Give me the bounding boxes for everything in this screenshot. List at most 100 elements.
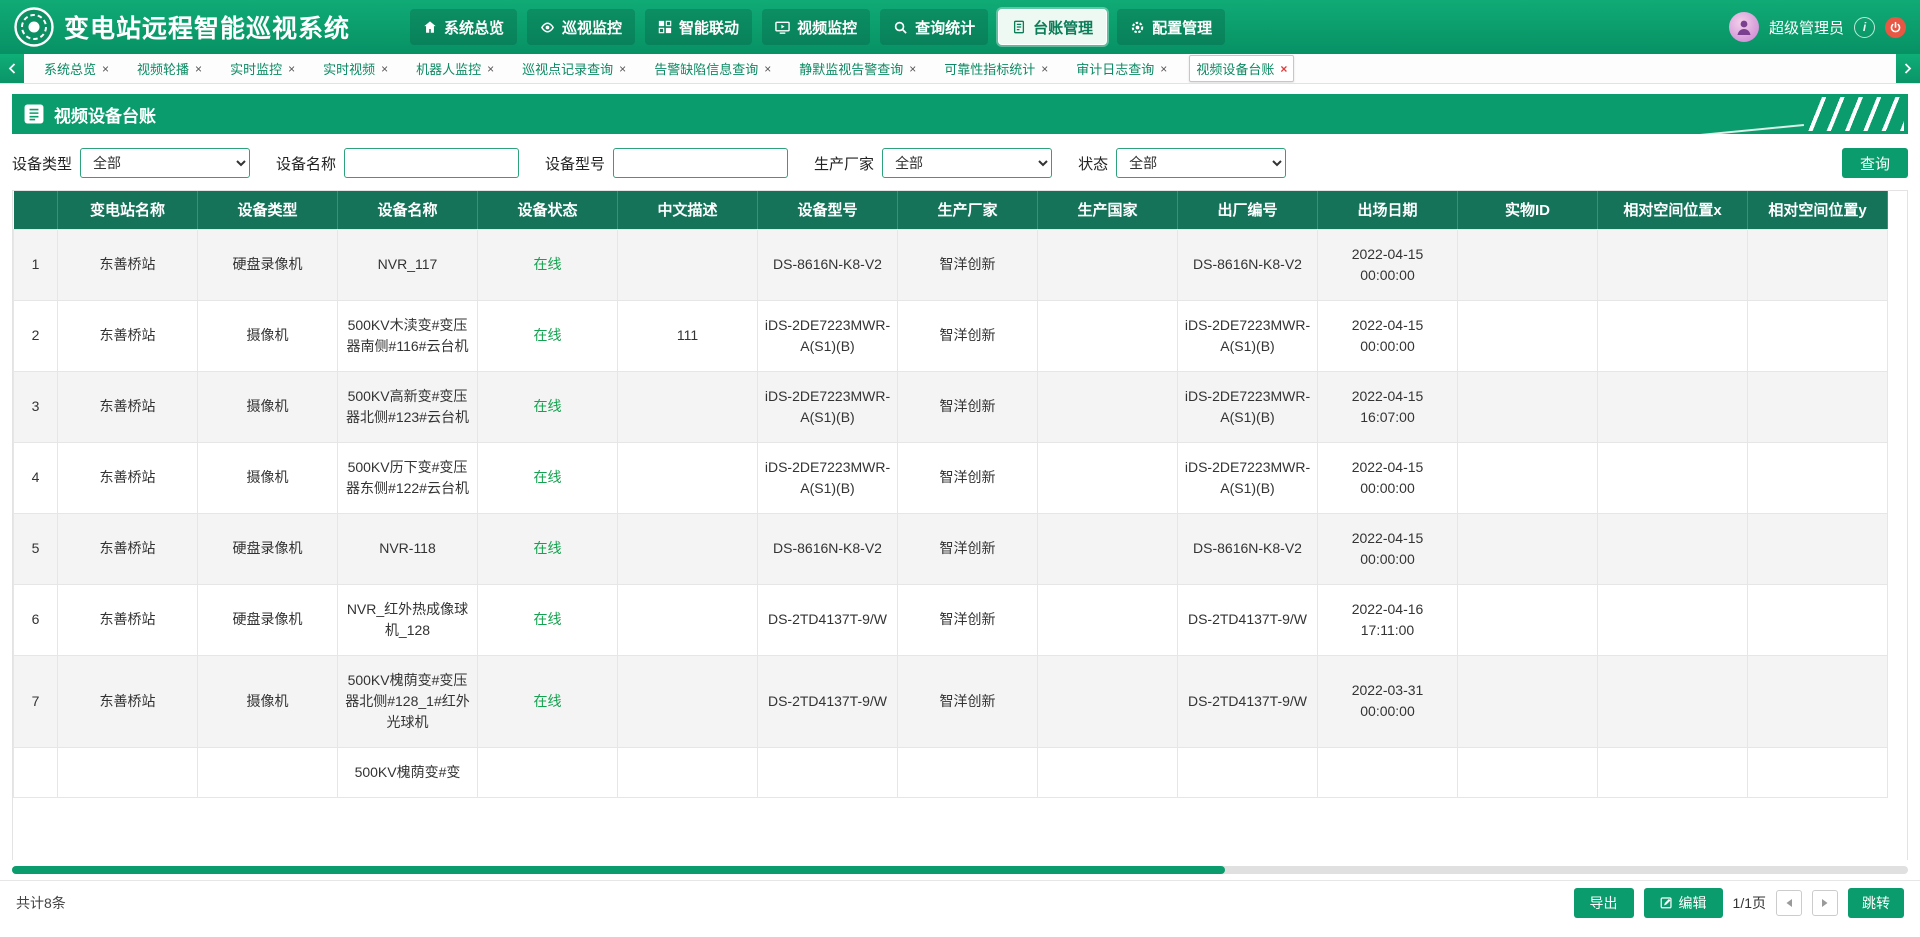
- horizontal-scrollbar[interactable]: [12, 866, 1908, 874]
- tab-9[interactable]: 审计日志查询 ×: [1070, 56, 1173, 81]
- tab-2[interactable]: 实时监控 ×: [224, 56, 301, 81]
- nav-button-video-monitor[interactable]: 视频监控: [762, 9, 870, 45]
- tab-close-icon[interactable]: ×: [1160, 63, 1167, 75]
- nav-button-label: 智能联动: [679, 17, 739, 38]
- table-cell: 2022-03-31 00:00:00: [1318, 655, 1458, 747]
- jump-button[interactable]: 跳转: [1848, 888, 1904, 918]
- table-cell: 摄像机: [198, 655, 338, 747]
- tab-close-icon[interactable]: ×: [619, 63, 626, 75]
- tab-label: 审计日志查询: [1076, 59, 1154, 78]
- info-icon[interactable]: i: [1854, 17, 1875, 38]
- tabs-scroll-right-button[interactable]: [1896, 54, 1920, 83]
- app-logo-icon: [14, 7, 54, 47]
- table-cell: [1748, 513, 1888, 584]
- column-header: 实物ID: [1458, 191, 1598, 229]
- column-header: 设备型号: [758, 191, 898, 229]
- video-icon: [775, 20, 790, 35]
- next-page-button[interactable]: [1812, 890, 1838, 916]
- nav-button-smart-linkage[interactable]: 智能联动: [645, 9, 752, 45]
- device-model-input[interactable]: [613, 148, 788, 178]
- column-header: 变电站名称: [58, 191, 198, 229]
- tab-4[interactable]: 机器人监控×: [410, 56, 500, 81]
- column-header: 设备名称: [338, 191, 478, 229]
- table-cell: [198, 747, 338, 797]
- tab-0[interactable]: 系统总览 ×: [38, 56, 115, 81]
- manufacturer-label: 生产厂家: [814, 153, 874, 174]
- nav-button-label: 视频监控: [797, 17, 857, 38]
- table-cell: [1748, 442, 1888, 513]
- user-name: 超级管理员: [1769, 17, 1844, 38]
- column-header: 相对空间位置y: [1748, 191, 1888, 229]
- status-select[interactable]: 全部: [1116, 148, 1286, 178]
- table-cell: DS-8616N-K8-V2: [758, 229, 898, 300]
- row-number-cell: 5: [14, 513, 58, 584]
- tab-close-icon[interactable]: ×: [764, 63, 771, 75]
- table-cell: 智洋创新: [898, 229, 1038, 300]
- tabs-scroll-left-button[interactable]: [0, 54, 24, 83]
- tab-1[interactable]: 视频轮播×: [131, 56, 208, 81]
- table-cell: 500KV历下变#变压器东侧#122#云台机: [338, 442, 478, 513]
- tab-close-icon[interactable]: ×: [381, 63, 388, 75]
- table-cell: [1598, 371, 1748, 442]
- tab-close-icon[interactable]: ×: [909, 63, 916, 75]
- table-cell: iDS-2DE7223MWR-A(S1)(B): [1178, 371, 1318, 442]
- row-number-cell: 4: [14, 442, 58, 513]
- total-count: 共计8条: [16, 893, 66, 913]
- table-cell: [1748, 300, 1888, 371]
- tab-label: 巡视点记录查询: [522, 59, 613, 78]
- nav-button-ledger-management[interactable]: 台账管理: [998, 9, 1107, 45]
- tab-label: 系统总览: [44, 59, 96, 78]
- tab-3[interactable]: 实时视频×: [317, 56, 394, 81]
- nav-button-label: 查询统计: [915, 17, 975, 38]
- table-cell: NVR_红外热成像球机_128: [338, 584, 478, 655]
- tab-close-icon[interactable]: ×: [102, 63, 109, 75]
- table-cell: 2022-04-15 00:00:00: [1318, 300, 1458, 371]
- tab-8[interactable]: 可靠性指标统计×: [938, 56, 1054, 81]
- tab-7[interactable]: 静默监视告警查询×: [793, 56, 922, 81]
- table-cell: [1458, 300, 1598, 371]
- tab-close-icon[interactable]: ×: [487, 63, 494, 75]
- nav-button-config-management[interactable]: 配置管理: [1117, 9, 1225, 45]
- table-cell: NVR-118: [338, 513, 478, 584]
- power-icon[interactable]: [1885, 17, 1906, 38]
- document-icon: [24, 104, 44, 124]
- table-cell: 2022-04-15 00:00:00: [1318, 229, 1458, 300]
- table-cell: [1458, 229, 1598, 300]
- tab-close-icon[interactable]: ×: [288, 63, 295, 75]
- table-cell: iDS-2DE7223MWR-A(S1)(B): [758, 300, 898, 371]
- table-row: 3东善桥站摄像机500KV高新变#变压器北侧#123#云台机在线iDS-2DE7…: [14, 371, 1888, 442]
- column-header: 相对空间位置x: [1598, 191, 1748, 229]
- table-cell: [618, 655, 758, 747]
- manufacturer-select[interactable]: 全部: [882, 148, 1052, 178]
- avatar[interactable]: [1729, 12, 1759, 42]
- table-cell: iDS-2DE7223MWR-A(S1)(B): [1178, 442, 1318, 513]
- tab-close-icon[interactable]: ×: [195, 63, 202, 75]
- export-button[interactable]: 导出: [1574, 888, 1634, 918]
- search-button[interactable]: 查询: [1842, 148, 1908, 178]
- filter-device-name: 设备名称: [276, 148, 519, 178]
- horizontal-scrollbar-thumb[interactable]: [12, 866, 1225, 874]
- status-label: 状态: [1078, 153, 1108, 174]
- tab-10[interactable]: 视频设备台账×: [1189, 55, 1294, 82]
- footer-actions: 导出 编辑 1/1页 跳转: [1574, 888, 1904, 918]
- user-box: 超级管理员 i: [1729, 12, 1906, 42]
- tab-6[interactable]: 告警缺陷信息查询 ×: [648, 56, 777, 81]
- nav-button-patrol-monitor[interactable]: 巡视监控: [527, 9, 635, 45]
- device-name-input[interactable]: [344, 148, 519, 178]
- tab-5[interactable]: 巡视点记录查询 ×: [516, 56, 632, 81]
- nav-button-label: 台账管理: [1033, 17, 1093, 38]
- nav-button-label: 巡视监控: [562, 17, 622, 38]
- tab-close-icon[interactable]: ×: [1280, 63, 1287, 75]
- tab-label: 实时监控: [230, 59, 282, 78]
- nav-button-overview[interactable]: 系统总览: [410, 9, 517, 45]
- tab-close-icon[interactable]: ×: [1041, 63, 1048, 75]
- nav-button-query-stats[interactable]: 查询统计: [880, 9, 988, 45]
- tab-label: 告警缺陷信息查询: [654, 59, 758, 78]
- chevron-right-icon: [1904, 63, 1912, 74]
- device-type-select[interactable]: 全部: [80, 148, 250, 178]
- device-name-label: 设备名称: [276, 153, 336, 174]
- prev-page-button[interactable]: [1776, 890, 1802, 916]
- table-cell: 摄像机: [198, 442, 338, 513]
- edit-button[interactable]: 编辑: [1644, 888, 1723, 918]
- page-title-bar: 视频设备台账: [12, 94, 1908, 134]
